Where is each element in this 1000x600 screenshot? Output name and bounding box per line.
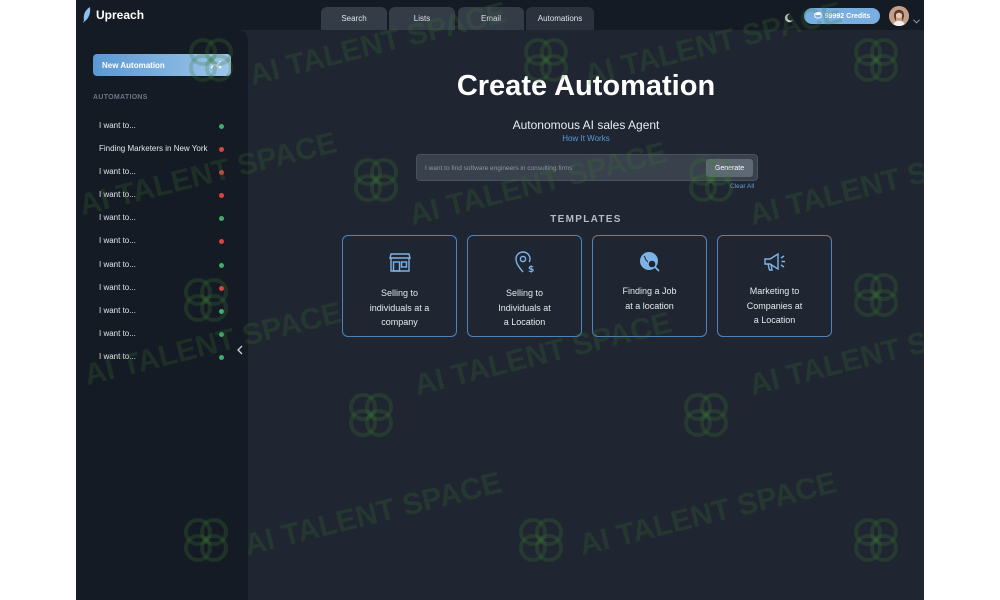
automation-item[interactable]: I want to... bbox=[76, 161, 248, 184]
credits-badge[interactable]: 99992 Credits bbox=[804, 8, 880, 24]
megaphone-icon bbox=[762, 250, 788, 279]
status-dot bbox=[219, 331, 224, 337]
status-dot bbox=[219, 262, 224, 268]
tab-search[interactable]: Search bbox=[321, 7, 387, 30]
tab-lists[interactable]: Lists bbox=[389, 7, 455, 30]
tab-automations[interactable]: Automations bbox=[526, 7, 594, 30]
automation-item[interactable]: I want to... bbox=[76, 184, 248, 207]
status-dot bbox=[219, 308, 224, 314]
template-card-selling-location[interactable]: $ Selling to Individuals at a Location bbox=[467, 235, 582, 337]
template-label: Marketing to Companies at a Location bbox=[746, 286, 803, 325]
moon-icon[interactable] bbox=[784, 10, 794, 28]
automation-item-label: I want to... bbox=[99, 259, 136, 269]
svg-text:$: $ bbox=[528, 265, 534, 274]
automation-item[interactable]: I want to... bbox=[76, 277, 248, 300]
automation-prompt-input[interactable] bbox=[425, 160, 695, 176]
storefront-icon bbox=[388, 250, 412, 279]
template-card-selling-company[interactable]: Selling to individuals at a company bbox=[342, 235, 457, 337]
automation-item[interactable]: Finding Marketers in New York bbox=[76, 138, 248, 161]
tab-email[interactable]: Email bbox=[458, 7, 524, 30]
automation-item-label: I want to... bbox=[99, 167, 136, 177]
automation-list: I want to... Finding Marketers in New Yo… bbox=[76, 115, 248, 369]
tab-label: Automations bbox=[537, 14, 583, 23]
automation-item[interactable]: I want to... bbox=[76, 300, 248, 323]
status-dot bbox=[219, 170, 224, 176]
tab-label: Search bbox=[341, 14, 367, 23]
new-automation-button[interactable]: New Automation bbox=[93, 54, 231, 76]
new-automation-label: New Automation bbox=[102, 60, 165, 70]
chevron-left-icon[interactable] bbox=[236, 342, 244, 360]
globe-search-icon bbox=[638, 250, 662, 279]
template-card-marketing-companies[interactable]: Marketing to Companies at a Location bbox=[717, 235, 832, 337]
feather-logo-icon bbox=[82, 7, 92, 23]
automation-item[interactable]: I want to... bbox=[76, 115, 248, 138]
status-dot bbox=[219, 239, 224, 245]
template-card-finding-job[interactable]: Finding a Job at a location bbox=[592, 235, 707, 337]
page-title: Create Automation bbox=[456, 70, 716, 102]
location-dollar-icon: $ bbox=[513, 250, 537, 279]
automation-item-label: I want to... bbox=[99, 236, 136, 246]
status-dot bbox=[219, 147, 224, 153]
clear-all-link[interactable]: Clear All bbox=[730, 183, 754, 190]
automation-prompt-box: Generate bbox=[416, 154, 758, 181]
avatar[interactable] bbox=[889, 6, 909, 26]
automation-item-label: I want to... bbox=[99, 213, 136, 223]
app-logo[interactable]: Upreach bbox=[82, 7, 144, 23]
top-bar: Upreach Search Lists Email Automations 9… bbox=[76, 0, 924, 30]
automation-item-label: I want to... bbox=[99, 121, 136, 130]
app-name: Upreach bbox=[96, 8, 145, 22]
page-subtitle: Autonomous AI sales Agent bbox=[512, 118, 660, 132]
automation-item-label: I want to... bbox=[99, 351, 136, 361]
templates-heading: TEMPLATES bbox=[550, 214, 622, 225]
automation-item[interactable]: I want to... bbox=[76, 207, 248, 230]
automation-item[interactable]: I want to... bbox=[76, 346, 248, 369]
template-label: Finding a Job at a location bbox=[622, 286, 677, 311]
automation-item-label: I want to... bbox=[99, 305, 136, 315]
generate-button[interactable]: Generate bbox=[706, 159, 753, 177]
sparkle-chart-icon bbox=[210, 59, 223, 72]
automation-item[interactable]: I want to... bbox=[76, 230, 248, 253]
status-dot bbox=[219, 354, 224, 360]
automation-item[interactable]: I want to... bbox=[76, 254, 248, 277]
template-label: Selling to Individuals at a Location bbox=[498, 288, 551, 327]
status-dot bbox=[219, 193, 224, 199]
automation-item-label: I want to... bbox=[99, 328, 136, 338]
main-content: Create Automation Autonomous AI sales Ag… bbox=[248, 30, 924, 600]
tab-label: Lists bbox=[413, 14, 431, 23]
template-label: Selling to individuals at a company bbox=[369, 288, 430, 327]
chevron-down-icon[interactable] bbox=[913, 11, 920, 29]
app-window: Upreach Search Lists Email Automations 9… bbox=[76, 0, 924, 600]
credits-text: 99992 Credits bbox=[824, 12, 871, 20]
automation-item-label: Finding Marketers in New York bbox=[99, 144, 208, 154]
automation-item[interactable]: I want to... bbox=[76, 323, 248, 346]
automation-item-label: I want to... bbox=[99, 190, 136, 200]
status-dot bbox=[219, 216, 224, 222]
automations-section-title: AUTOMATIONS bbox=[93, 94, 148, 101]
status-dot bbox=[219, 124, 224, 129]
sidebar: New Automation AUTOMATIONS I want to... … bbox=[76, 30, 248, 600]
tab-label: Email bbox=[480, 14, 501, 23]
automation-item-label: I want to... bbox=[99, 282, 136, 292]
coins-icon bbox=[814, 11, 822, 21]
how-it-works-link[interactable]: How It Works bbox=[248, 134, 924, 143]
status-dot bbox=[219, 285, 224, 291]
